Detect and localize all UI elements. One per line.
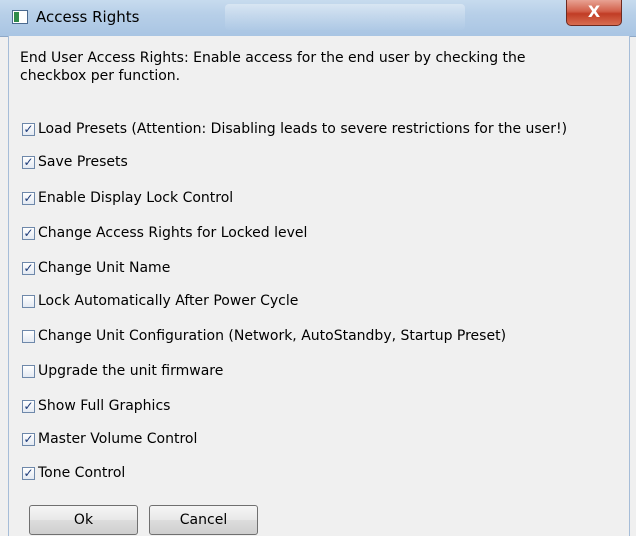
option-master-volume-control[interactable]: ✓ Master Volume Control xyxy=(22,429,197,449)
check-icon: ✓ xyxy=(23,465,34,480)
access-rights-window: Access Rights X End User Access Rights: … xyxy=(0,0,636,536)
check-icon: ✓ xyxy=(23,190,34,205)
option-change-access-rights[interactable]: ✓ Change Access Rights for Locked level xyxy=(22,223,307,243)
option-tone-control[interactable]: ✓ Tone Control xyxy=(22,463,125,483)
option-label: Show Full Graphics xyxy=(38,398,171,414)
option-label: Enable Display Lock Control xyxy=(38,190,234,206)
option-upgrade-firmware[interactable]: Upgrade the unit firmware xyxy=(22,361,223,381)
option-label: Master Volume Control xyxy=(38,431,198,447)
title-bar-glow xyxy=(225,4,465,30)
checkbox[interactable]: ✓ xyxy=(22,121,35,136)
ok-button[interactable]: Ok xyxy=(29,505,138,535)
option-label: Change Unit Configuration (Network, Auto… xyxy=(38,328,507,344)
option-label: Lock Automatically After Power Cycle xyxy=(38,293,299,309)
intro-text: End User Access Rights: Enable access fo… xyxy=(20,50,526,84)
checkbox[interactable]: ✓ xyxy=(22,154,35,169)
checkbox[interactable]: ✓ xyxy=(22,465,35,480)
check-icon: ✓ xyxy=(23,260,34,275)
option-load-presets[interactable]: ✓ Load Presets (Attention: Disabling lea… xyxy=(22,119,567,139)
checkbox[interactable] xyxy=(22,294,35,308)
option-label: Change Unit Name xyxy=(38,260,171,276)
check-icon: ✓ xyxy=(23,154,34,169)
dialog-body xyxy=(8,36,630,536)
option-change-unit-name[interactable]: ✓ Change Unit Name xyxy=(22,258,170,278)
check-icon: ✓ xyxy=(23,121,34,136)
checkbox[interactable]: ✓ xyxy=(22,260,35,275)
option-label: Tone Control xyxy=(38,465,126,481)
window-icon xyxy=(12,10,28,24)
option-lock-automatically[interactable]: Lock Automatically After Power Cycle xyxy=(22,291,298,311)
cancel-button[interactable]: Cancel xyxy=(149,505,258,535)
option-change-unit-configuration[interactable]: Change Unit Configuration (Network, Auto… xyxy=(22,326,506,346)
option-enable-display-lock[interactable]: ✓ Enable Display Lock Control xyxy=(22,188,233,208)
option-save-presets[interactable]: ✓ Save Presets xyxy=(22,152,128,172)
close-icon: X xyxy=(587,2,601,21)
window-title: Access Rights xyxy=(36,8,140,26)
checkbox[interactable]: ✓ xyxy=(22,431,35,446)
checkbox[interactable]: ✓ xyxy=(22,398,35,413)
checkbox[interactable] xyxy=(22,364,35,378)
option-show-full-graphics[interactable]: ✓ Show Full Graphics xyxy=(22,396,170,416)
checkbox[interactable]: ✓ xyxy=(22,225,35,240)
checkbox[interactable] xyxy=(22,329,35,343)
check-icon: ✓ xyxy=(23,398,34,413)
option-label: Upgrade the unit firmware xyxy=(38,363,224,379)
close-button[interactable]: X xyxy=(566,0,622,26)
option-label: Load Presets (Attention: Disabling leads… xyxy=(38,121,568,137)
option-label: Save Presets xyxy=(38,154,128,170)
check-icon: ✓ xyxy=(23,225,34,240)
check-icon: ✓ xyxy=(23,431,34,446)
title-bar[interactable]: Access Rights X xyxy=(0,0,636,37)
option-label: Change Access Rights for Locked level xyxy=(38,225,308,241)
checkbox[interactable]: ✓ xyxy=(22,190,35,205)
